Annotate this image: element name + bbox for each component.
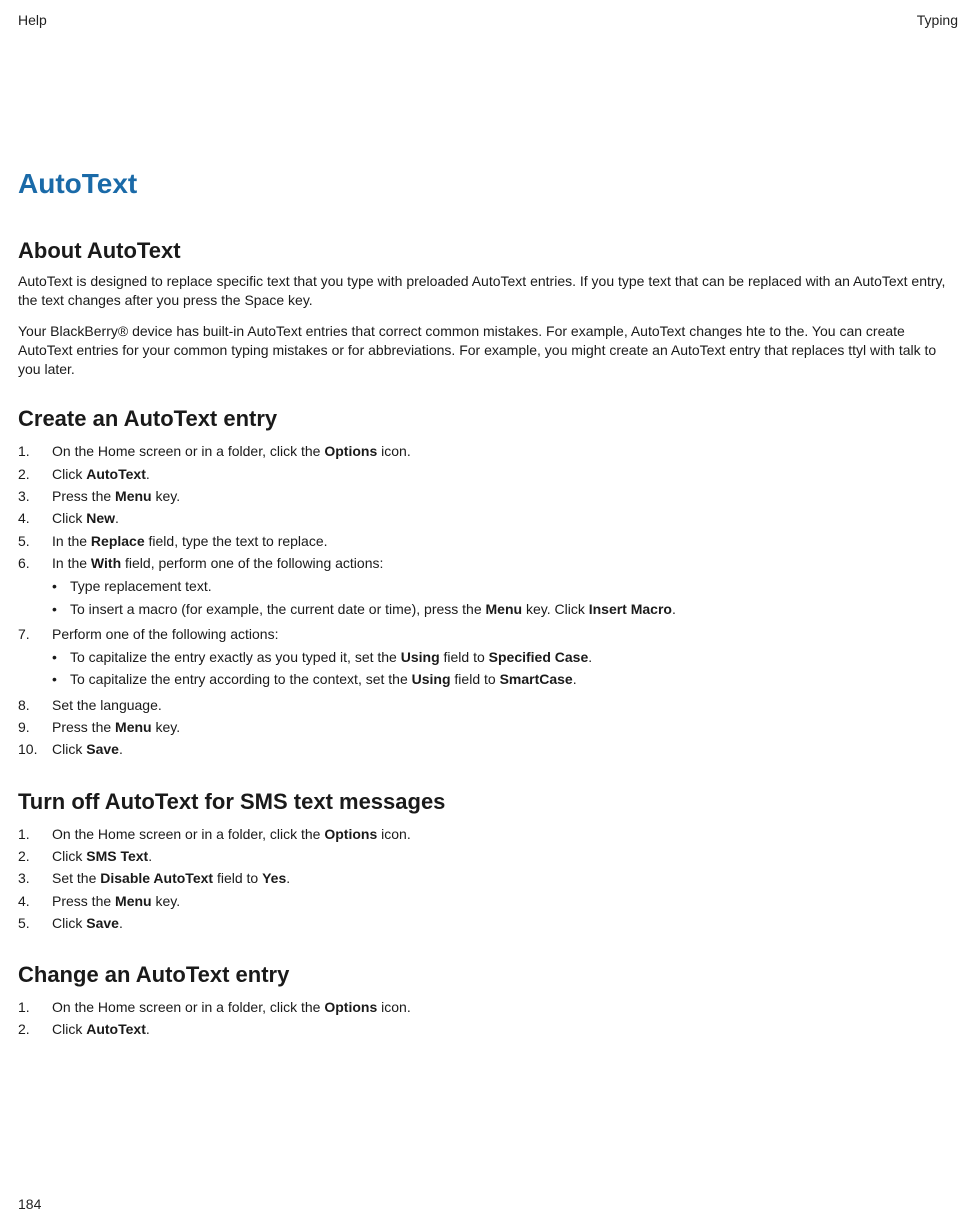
change-steps: On the Home screen or in a folder, click…	[18, 996, 958, 1041]
step: Click AutoText.	[18, 463, 958, 485]
page-title: AutoText	[18, 168, 958, 200]
about-paragraph-1: AutoText is designed to replace specific…	[18, 272, 958, 310]
step: In the With field, perform one of the fo…	[18, 552, 958, 623]
page-number: 184	[18, 1196, 41, 1212]
sub-item: To capitalize the entry exactly as you t…	[52, 646, 958, 668]
running-header: Help Typing	[18, 12, 958, 28]
sub-item: To insert a macro (for example, the curr…	[52, 598, 958, 620]
heading-change: Change an AutoText entry	[18, 962, 958, 988]
heading-turnoff: Turn off AutoText for SMS text messages	[18, 789, 958, 815]
turnoff-steps: On the Home screen or in a folder, click…	[18, 823, 958, 934]
step: Press the Menu key.	[18, 485, 958, 507]
header-left: Help	[18, 12, 47, 28]
step: Set the language.	[18, 694, 958, 716]
header-right: Typing	[917, 12, 958, 28]
section-turnoff: Turn off AutoText for SMS text messages …	[18, 789, 958, 934]
page: Help Typing AutoText About AutoText Auto…	[0, 0, 976, 1228]
step: Click Save.	[18, 912, 958, 934]
step: Press the Menu key.	[18, 716, 958, 738]
sub-item: To capitalize the entry according to the…	[52, 668, 958, 690]
step: Click AutoText.	[18, 1018, 958, 1040]
step: Perform one of the following actions: To…	[18, 623, 958, 694]
step: Click SMS Text.	[18, 845, 958, 867]
step: Press the Menu key.	[18, 890, 958, 912]
section-create: Create an AutoText entry On the Home scr…	[18, 406, 958, 760]
section-change: Change an AutoText entry On the Home scr…	[18, 962, 958, 1041]
heading-create: Create an AutoText entry	[18, 406, 958, 432]
step: Set the Disable AutoText field to Yes.	[18, 867, 958, 889]
sub-item: Type replacement text.	[52, 575, 958, 597]
create-steps: On the Home screen or in a folder, click…	[18, 440, 958, 760]
heading-about: About AutoText	[18, 238, 958, 264]
step: On the Home screen or in a folder, click…	[18, 996, 958, 1018]
sub-list: To capitalize the entry exactly as you t…	[52, 646, 958, 691]
about-paragraph-2: Your BlackBerry® device has built-in Aut…	[18, 322, 958, 379]
step: In the Replace field, type the text to r…	[18, 530, 958, 552]
step: On the Home screen or in a folder, click…	[18, 823, 958, 845]
step: Click New.	[18, 507, 958, 529]
step: On the Home screen or in a folder, click…	[18, 440, 958, 462]
sub-list: Type replacement text. To insert a macro…	[52, 575, 958, 620]
section-about: About AutoText AutoText is designed to r…	[18, 238, 958, 378]
step: Click Save.	[18, 738, 958, 760]
